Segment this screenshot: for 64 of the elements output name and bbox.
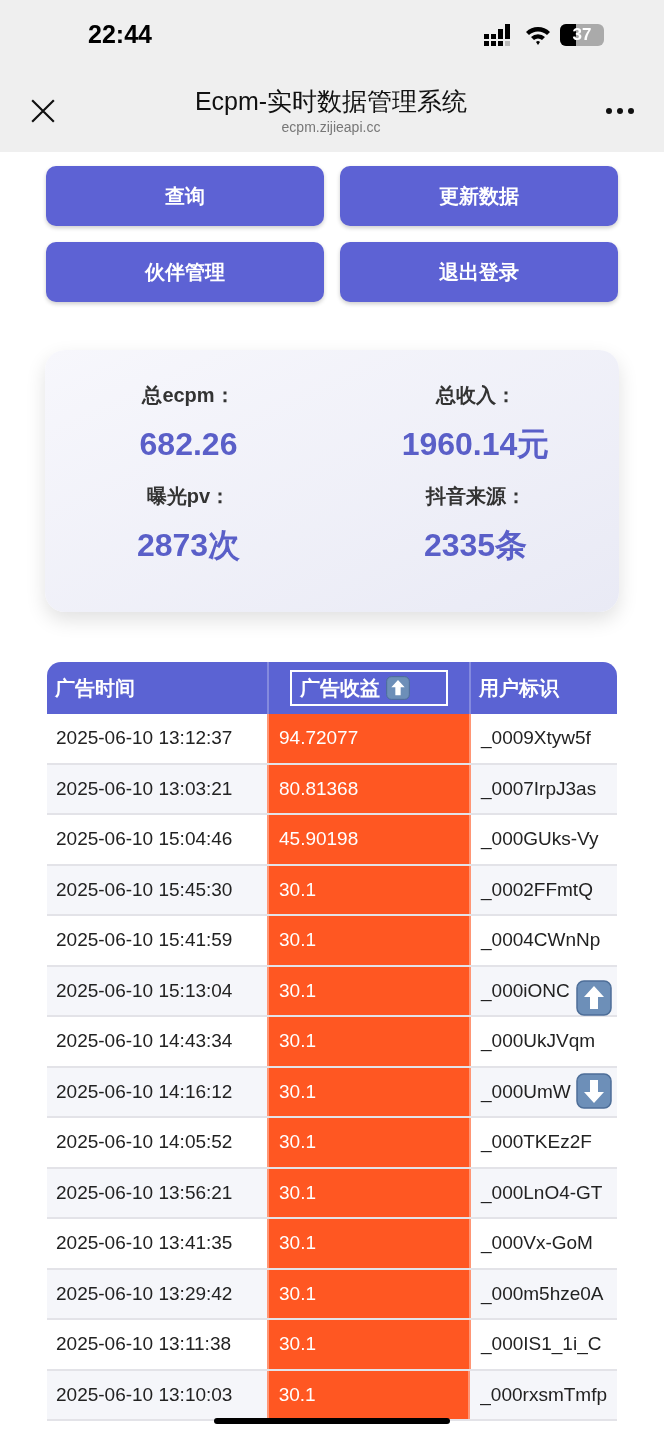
user-cell-text: _0004CWnNp <box>481 928 601 953</box>
user-cell-text: _000TKEz2F <box>481 1130 592 1155</box>
time-cell-text: 2025-06-10 13:56:21 <box>55 1180 234 1205</box>
revenue-cell: 94.72077 <box>267 714 471 763</box>
stat-value: 1960.14元 <box>401 425 550 464</box>
time-cell-text: 2025-06-10 14:05:52 <box>55 1130 234 1154</box>
action-button[interactable]: 伙伴管理 <box>46 242 324 302</box>
time-cell-text: 2025-06-10 13:10:03 <box>55 1382 234 1407</box>
revenue-cell: 30.1 <box>267 1067 471 1116</box>
user-cell-text: _000GUks-Vy <box>481 827 599 852</box>
user-cell-text: _000UkJVqm <box>481 1029 596 1054</box>
time-cell-text: 2025-06-10 15:04:46 <box>55 827 234 851</box>
revenue-cell: 30.1 <box>267 1168 471 1217</box>
revenue-cell: 30.1 <box>267 1219 471 1268</box>
stat-label: 抖音来源： <box>425 484 526 509</box>
page-url: ecpm.zijieapi.cc <box>281 117 381 137</box>
scroll-down-button[interactable] <box>576 1073 612 1109</box>
page-title: Ecpm-实时数据管理系统 <box>194 85 468 117</box>
user-cell-text: _000Vx-GoM <box>481 1231 593 1256</box>
revenue-cell: 30.1 <box>266 1370 471 1419</box>
user-cell-text: _000m5hze0A <box>481 1281 604 1307</box>
wifi-icon <box>524 24 552 46</box>
time-cell-text: 2025-06-10 15:13:04 <box>55 978 234 1003</box>
time-cell-text: 2025-06-10 13:41:35 <box>55 1231 234 1255</box>
stat-label: 总ecpm： <box>142 383 235 408</box>
scroll-up-button[interactable] <box>576 980 612 1016</box>
user-cell-text: _000IS1_1i_C <box>481 1332 602 1357</box>
time-cell-text: 2025-06-10 14:16:12 <box>55 1079 234 1104</box>
user-cell-text: _0007IrpJ3as <box>481 776 597 802</box>
user-cell-text: _000LnO4-GT <box>481 1180 603 1206</box>
time-cell-text: 2025-06-10 13:29:42 <box>55 1281 234 1306</box>
revenue-cell: 30.1 <box>267 1017 471 1066</box>
time-cell-text: 2025-06-10 13:11:38 <box>55 1332 233 1356</box>
revenue-cell: 30.1 <box>267 966 471 1015</box>
revenue-cell: 30.1 <box>267 1118 471 1167</box>
time-cell-text: 2025-06-10 13:03:21 <box>55 776 234 801</box>
stat-value: 682.26 <box>139 425 238 464</box>
revenue-cell: 30.1 <box>267 916 471 965</box>
revenue-cell: 30.1 <box>267 865 471 914</box>
time-cell-text: 2025-06-10 13:12:37 <box>55 726 234 750</box>
action-button[interactable]: 更新数据 <box>340 166 618 226</box>
revenue-cell: 80.81368 <box>267 764 471 813</box>
stat-value: 2335条 <box>423 526 528 565</box>
close-icon[interactable] <box>30 98 56 124</box>
more-icon[interactable] <box>606 108 634 114</box>
user-cell-text: _0002FFmtQ <box>481 877 593 903</box>
revenue-cell: 30.1 <box>267 1269 471 1318</box>
time-cell-text: 2025-06-10 14:43:34 <box>55 1029 234 1053</box>
column-header[interactable]: 用户标识 <box>471 662 617 714</box>
user-cell-text: _000iONC <box>481 978 570 1004</box>
user-cell-text: _000rxsmTmfp <box>480 1382 607 1408</box>
action-button[interactable]: 退出登录 <box>340 242 618 302</box>
revenue-cell: 45.90198 <box>267 815 471 864</box>
status-time: 22:44 <box>88 19 152 51</box>
stat-label: 总收入： <box>435 383 516 408</box>
revenue-cell: 30.1 <box>267 1320 471 1369</box>
time-cell-text: 2025-06-10 15:41:59 <box>55 928 234 952</box>
user-cell-text: _0009Xtyw5f <box>481 726 591 751</box>
stat-label: 曝光pv： <box>146 484 231 509</box>
time-cell-text: 2025-06-10 15:45:30 <box>55 877 234 902</box>
user-cell-text: _000UmW <box>481 1079 571 1105</box>
column-header[interactable]: 广告时间 <box>47 662 267 714</box>
action-button[interactable]: 查询 <box>46 166 324 226</box>
stat-value: 2873次 <box>136 526 241 565</box>
